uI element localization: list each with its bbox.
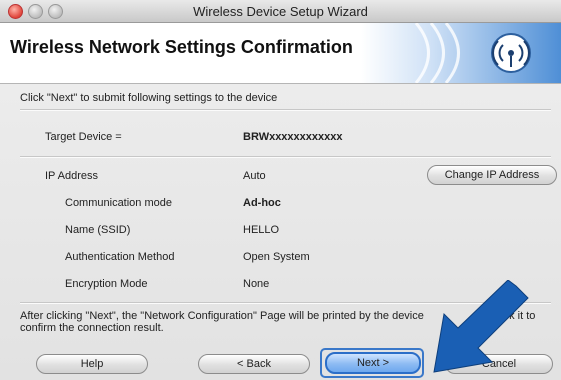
communication-mode-value: Ad-hoc [243, 197, 281, 209]
ssid-value: HELLO [243, 224, 280, 236]
authentication-method-value: Open System [243, 251, 310, 263]
content-panel: Click "Next" to submit following setting… [0, 84, 561, 380]
wizard-window: Wireless Device Setup Wizard Wireless Ne… [0, 0, 561, 380]
next-button[interactable]: Next > [325, 352, 421, 374]
ip-address-label: IP Address [45, 170, 98, 182]
target-device-label: Target Device = [45, 131, 122, 143]
window-title: Wireless Device Setup Wizard [193, 4, 368, 19]
divider [20, 156, 551, 158]
header-banner: Wireless Network Settings Confirmation [0, 23, 561, 84]
divider [20, 109, 551, 111]
note-line2: confirm the connection result. [20, 322, 164, 334]
wireless-signal-icon [361, 23, 561, 83]
pointer-arrow-icon [433, 280, 529, 373]
title-bar: Wireless Device Setup Wizard [0, 0, 561, 23]
ip-address-value: Auto [243, 170, 266, 182]
help-button[interactable]: Help [36, 354, 148, 374]
encryption-mode-label: Encryption Mode [65, 278, 148, 290]
page-title: Wireless Network Settings Confirmation [10, 37, 353, 57]
ssid-label: Name (SSID) [65, 224, 131, 236]
communication-mode-label: Communication mode [65, 197, 172, 209]
target-device-value: BRWxxxxxxxxxxxx [243, 131, 343, 143]
note-line1: After clicking "Next", the "Network Conf… [20, 310, 424, 322]
back-button[interactable]: < Back [198, 354, 310, 374]
instruction-text: Click "Next" to submit following setting… [20, 92, 278, 104]
encryption-mode-value: None [243, 278, 270, 290]
authentication-method-label: Authentication Method [65, 251, 175, 263]
change-ip-address-button[interactable]: Change IP Address [427, 165, 557, 185]
